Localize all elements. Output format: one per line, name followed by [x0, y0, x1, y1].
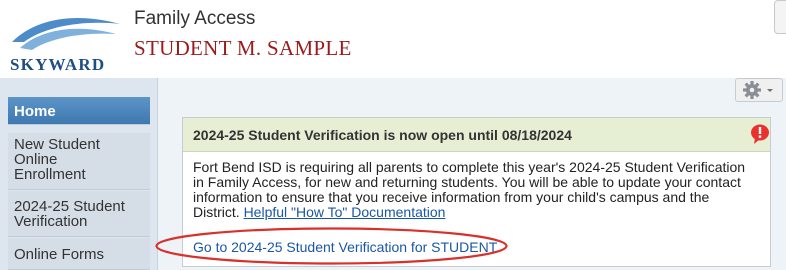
- notice-message-line: Fort Bend ISD is requiring all parents t…: [193, 159, 746, 175]
- app-title: Family Access: [134, 8, 256, 29]
- sidebar-item-online-forms[interactable]: Online Forms: [8, 238, 150, 270]
- logo-text: SKYWARD: [10, 55, 105, 74]
- settings-menu-button[interactable]: [735, 78, 783, 102]
- sidebar-item-label-line: Online: [14, 151, 58, 168]
- alert-balloon-icon[interactable]: [749, 123, 771, 145]
- notice-title: 2024-25 Student Verification is now open…: [193, 127, 572, 143]
- sidebar-item-label-line: Verification: [14, 213, 88, 230]
- chevron-down-icon: [767, 89, 773, 92]
- gear-icon: [743, 81, 773, 99]
- header-edge-tab[interactable]: [774, 0, 786, 34]
- sidebar-item-label: Home: [14, 103, 56, 120]
- app-header: SKYWARD Family Access STUDENT M. SAMPLE: [0, 0, 786, 78]
- sidebar-item-new-student-enrollment[interactable]: New Student Online Enrollment: [8, 133, 150, 190]
- how-to-documentation-link[interactable]: Helpful "How To" Documentation: [244, 204, 446, 220]
- go-to-verification-link[interactable]: Go to 2024-25 Student Verification for S…: [193, 239, 497, 255]
- sidebar-item-home[interactable]: Home: [8, 97, 150, 125]
- notice-message-line: information to ensure that you receive i…: [193, 189, 710, 205]
- skyward-logo: SKYWARD: [10, 18, 120, 74]
- notice-message-line: District.: [193, 204, 244, 220]
- sidebar-item-label-line: New Student: [14, 136, 100, 153]
- sidebar-item-label-line: 2024-25 Student: [14, 198, 125, 215]
- sidebar-item-student-verification[interactable]: 2024-25 Student Verification: [8, 191, 150, 237]
- verification-notice-panel: 2024-25 Student Verification is now open…: [182, 117, 771, 267]
- notice-header: 2024-25 Student Verification is now open…: [183, 118, 770, 152]
- sidebar-item-label: Online Forms: [14, 246, 105, 263]
- student-name[interactable]: STUDENT M. SAMPLE: [134, 36, 352, 61]
- notice-message-line: in Family Access, for new and returning …: [193, 174, 741, 190]
- notice-message: Fort Bend ISD is requiring all parents t…: [193, 160, 755, 220]
- sidebar-item-label-line: Enrollment: [14, 166, 86, 183]
